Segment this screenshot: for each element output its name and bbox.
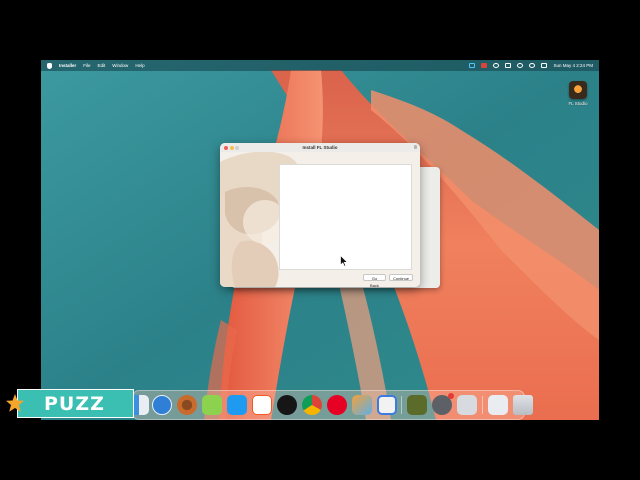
menu-app-name[interactable]: Installer: [59, 60, 76, 71]
dock-beta-icon[interactable]: [277, 395, 297, 415]
apple-menu-icon[interactable]: [47, 62, 52, 69]
desktop-screen: Installer File Edit Window Help Sun May …: [41, 60, 599, 420]
power-icon[interactable]: [493, 63, 500, 68]
desktop-item-fl-studio[interactable]: FL Studio: [562, 81, 594, 106]
dock-messages-icon[interactable]: [202, 395, 222, 415]
installer-window: Install FL Studio Go Back Continue: [220, 143, 420, 287]
go-back-button[interactable]: Go Back: [363, 274, 386, 287]
control-center-icon[interactable]: [541, 63, 548, 68]
lock-icon: [414, 145, 417, 149]
menu-help[interactable]: Help: [135, 60, 144, 71]
dock-brave-icon[interactable]: [252, 395, 272, 415]
dock-app-store-icon[interactable]: [227, 395, 247, 415]
desktop-item-label: FL Studio: [568, 101, 588, 106]
dock-chrome-icon[interactable]: [302, 395, 322, 415]
menu-clock[interactable]: Sun May 4 2:24 PM: [553, 60, 593, 71]
dock-roblox-icon[interactable]: [377, 395, 397, 415]
dock-camtasia-icon[interactable]: [407, 395, 427, 415]
menu-file[interactable]: File: [83, 60, 90, 71]
record-stop-icon[interactable]: [481, 63, 488, 68]
watermark-badge: PUZZ: [6, 389, 134, 418]
mouse-cursor-icon: [340, 255, 348, 267]
dock-launchpad-icon[interactable]: [352, 395, 372, 415]
continue-button[interactable]: Continue: [389, 274, 413, 281]
menu-bar: Installer File Edit Window Help Sun May …: [41, 60, 599, 71]
dock-pinterest-icon[interactable]: [327, 395, 347, 415]
dock-separator: [401, 396, 402, 414]
dock-chrome-canary-icon[interactable]: [177, 395, 197, 415]
fl-studio-icon: [569, 81, 587, 99]
screen-record-icon[interactable]: [469, 63, 476, 68]
dock: [129, 390, 533, 420]
dock-system-settings-icon[interactable]: [432, 393, 454, 415]
window-title: Install FL Studio: [302, 145, 338, 150]
dock-safari-icon[interactable]: [152, 395, 172, 415]
search-icon[interactable]: [529, 63, 536, 68]
menu-window[interactable]: Window: [112, 60, 128, 71]
dock-installer-icon[interactable]: [457, 395, 477, 415]
notification-badge: [448, 393, 454, 399]
dock-separator: [482, 396, 483, 414]
dock-trash-icon[interactable]: [513, 395, 533, 415]
star-icon: [6, 394, 24, 412]
watermark-text: PUZZ: [44, 393, 105, 415]
menu-edit[interactable]: Edit: [98, 60, 106, 71]
dock-downloads-icon[interactable]: [488, 395, 508, 415]
wifi-icon[interactable]: [517, 63, 524, 68]
battery-icon[interactable]: [505, 63, 512, 68]
